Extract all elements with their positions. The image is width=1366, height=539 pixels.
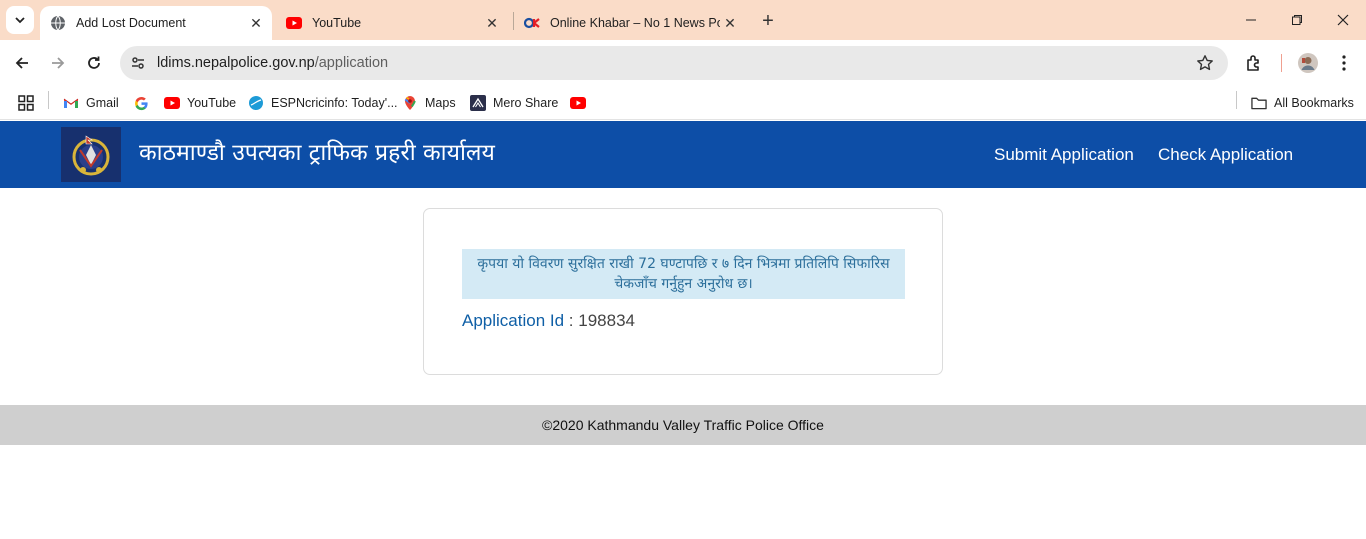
notice-line-2: चेकजाँच गर्नुहुन अनुरोध छ। (614, 276, 753, 292)
close-icon[interactable]: ✕ (720, 13, 740, 33)
tab-search-button[interactable] (6, 6, 34, 34)
notice-line-1: कृपया यो विवरण सुरक्षित राखी 72 घण्टापछि… (477, 256, 890, 272)
tab-title: Add Lost Document (76, 16, 186, 30)
all-bookmarks[interactable]: All Bookmarks (1251, 92, 1354, 114)
gmail-icon (63, 95, 79, 111)
close-window-icon[interactable] (1320, 8, 1366, 32)
bookmark-star-icon[interactable] (1196, 54, 1214, 72)
new-tab-plus-icon[interactable]: + (757, 10, 779, 32)
bookmark-label: Mero Share (493, 96, 559, 110)
maps-icon (402, 95, 418, 111)
application-id-label: Application Id (462, 311, 565, 330)
forward-icon[interactable] (44, 49, 72, 77)
toolbar-divider (1281, 54, 1282, 72)
bookmark-label: Gmail (86, 96, 119, 110)
footer-copyright: ©2020 Kathmandu Valley Traffic Police Of… (542, 417, 824, 433)
site-title[interactable]: काठमाण्डौ उपत्यका ट्राफिक प्रहरी कार्याल… (139, 135, 495, 167)
bookmark-gmail[interactable]: Gmail (63, 92, 119, 114)
menu-kebab-icon[interactable] (1330, 49, 1358, 77)
restore-icon[interactable] (1274, 8, 1320, 32)
youtube-icon (570, 95, 586, 111)
tab-online-khabar[interactable]: Online Khabar – No 1 News Por ✕ (514, 6, 746, 40)
bookmark-maps[interactable]: Maps (402, 92, 456, 114)
address-bar[interactable]: ldims.nepalpolice.gov.np/application (120, 46, 1228, 80)
application-result-card: कृपया यो विवरण सुरक्षित राखी 72 घण्टापछि… (423, 208, 943, 375)
globe-icon (50, 15, 66, 31)
bookmark-label: YouTube (187, 96, 237, 110)
profile-avatar[interactable] (1294, 49, 1322, 77)
site-header: काठमाण्डौ उपत्यका ट्राफिक प्रहरी कार्याल… (0, 121, 1366, 188)
espncricinfo-icon (248, 95, 264, 111)
onlinekhabar-icon (524, 15, 540, 31)
bookmark-youtube-2[interactable] (570, 92, 593, 114)
site-footer: ©2020 Kathmandu Valley Traffic Police Of… (0, 405, 1366, 445)
tab-youtube[interactable]: YouTube ✕ (276, 6, 508, 40)
nepal-police-emblem-icon[interactable] (61, 127, 121, 182)
tab-add-lost-document[interactable]: Add Lost Document ✕ (40, 6, 272, 40)
chevron-down-icon (15, 17, 25, 24)
all-bookmarks-label: All Bookmarks (1274, 96, 1354, 110)
google-icon (133, 95, 149, 111)
tab-title: YouTube (312, 16, 362, 30)
back-icon[interactable] (8, 49, 36, 77)
submit-application-link[interactable]: Submit Application (994, 145, 1134, 165)
bookmark-espncricinfo[interactable]: ESPNcricinfo: Today'... (248, 92, 398, 114)
bookmarks-bar: Gmail YouTube ESPNcricinfo: Today'... Ma… (0, 86, 1366, 120)
close-icon[interactable]: ✕ (482, 13, 502, 33)
url-path: /application (314, 55, 389, 71)
close-icon[interactable]: ✕ (246, 13, 266, 33)
bookmarks-divider (1236, 91, 1237, 109)
notice-alert: कृपया यो विवरण सुरक्षित राखी 72 घण्टापछि… (462, 249, 905, 299)
url-text[interactable]: ldims.nepalpolice.gov.np/application (157, 55, 388, 71)
url-host: ldims.nepalpolice.gov.np (157, 55, 315, 71)
bookmark-label: Maps (425, 96, 456, 110)
extensions-icon[interactable] (1240, 49, 1268, 77)
youtube-icon (286, 15, 302, 31)
minimize-icon[interactable] (1228, 8, 1274, 32)
folder-icon (1251, 95, 1267, 111)
application-id-separator: : (564, 311, 579, 330)
youtube-icon (164, 95, 180, 111)
bookmarks-divider (48, 91, 49, 109)
mero-share-icon (470, 95, 486, 111)
reload-icon[interactable] (80, 49, 108, 77)
tab-title: Online Khabar – No 1 News Por (550, 16, 720, 30)
application-id-value: 198834 (578, 311, 635, 330)
application-id-row: Application Id : 198834 (462, 311, 635, 331)
browser-toolbar: ldims.nepalpolice.gov.np/application (0, 40, 1366, 86)
apps-grid-icon[interactable] (18, 92, 34, 114)
bookmark-youtube[interactable]: YouTube (164, 92, 236, 114)
site-settings-icon[interactable] (128, 53, 148, 73)
check-application-link[interactable]: Check Application (1158, 145, 1293, 165)
tab-strip: Add Lost Document ✕ YouTube ✕ Online Kha… (0, 0, 1366, 40)
bookmark-mero-share[interactable]: Mero Share (470, 92, 558, 114)
bookmark-google[interactable] (133, 92, 156, 114)
bookmark-label: ESPNcricinfo: Today'... (271, 96, 398, 110)
